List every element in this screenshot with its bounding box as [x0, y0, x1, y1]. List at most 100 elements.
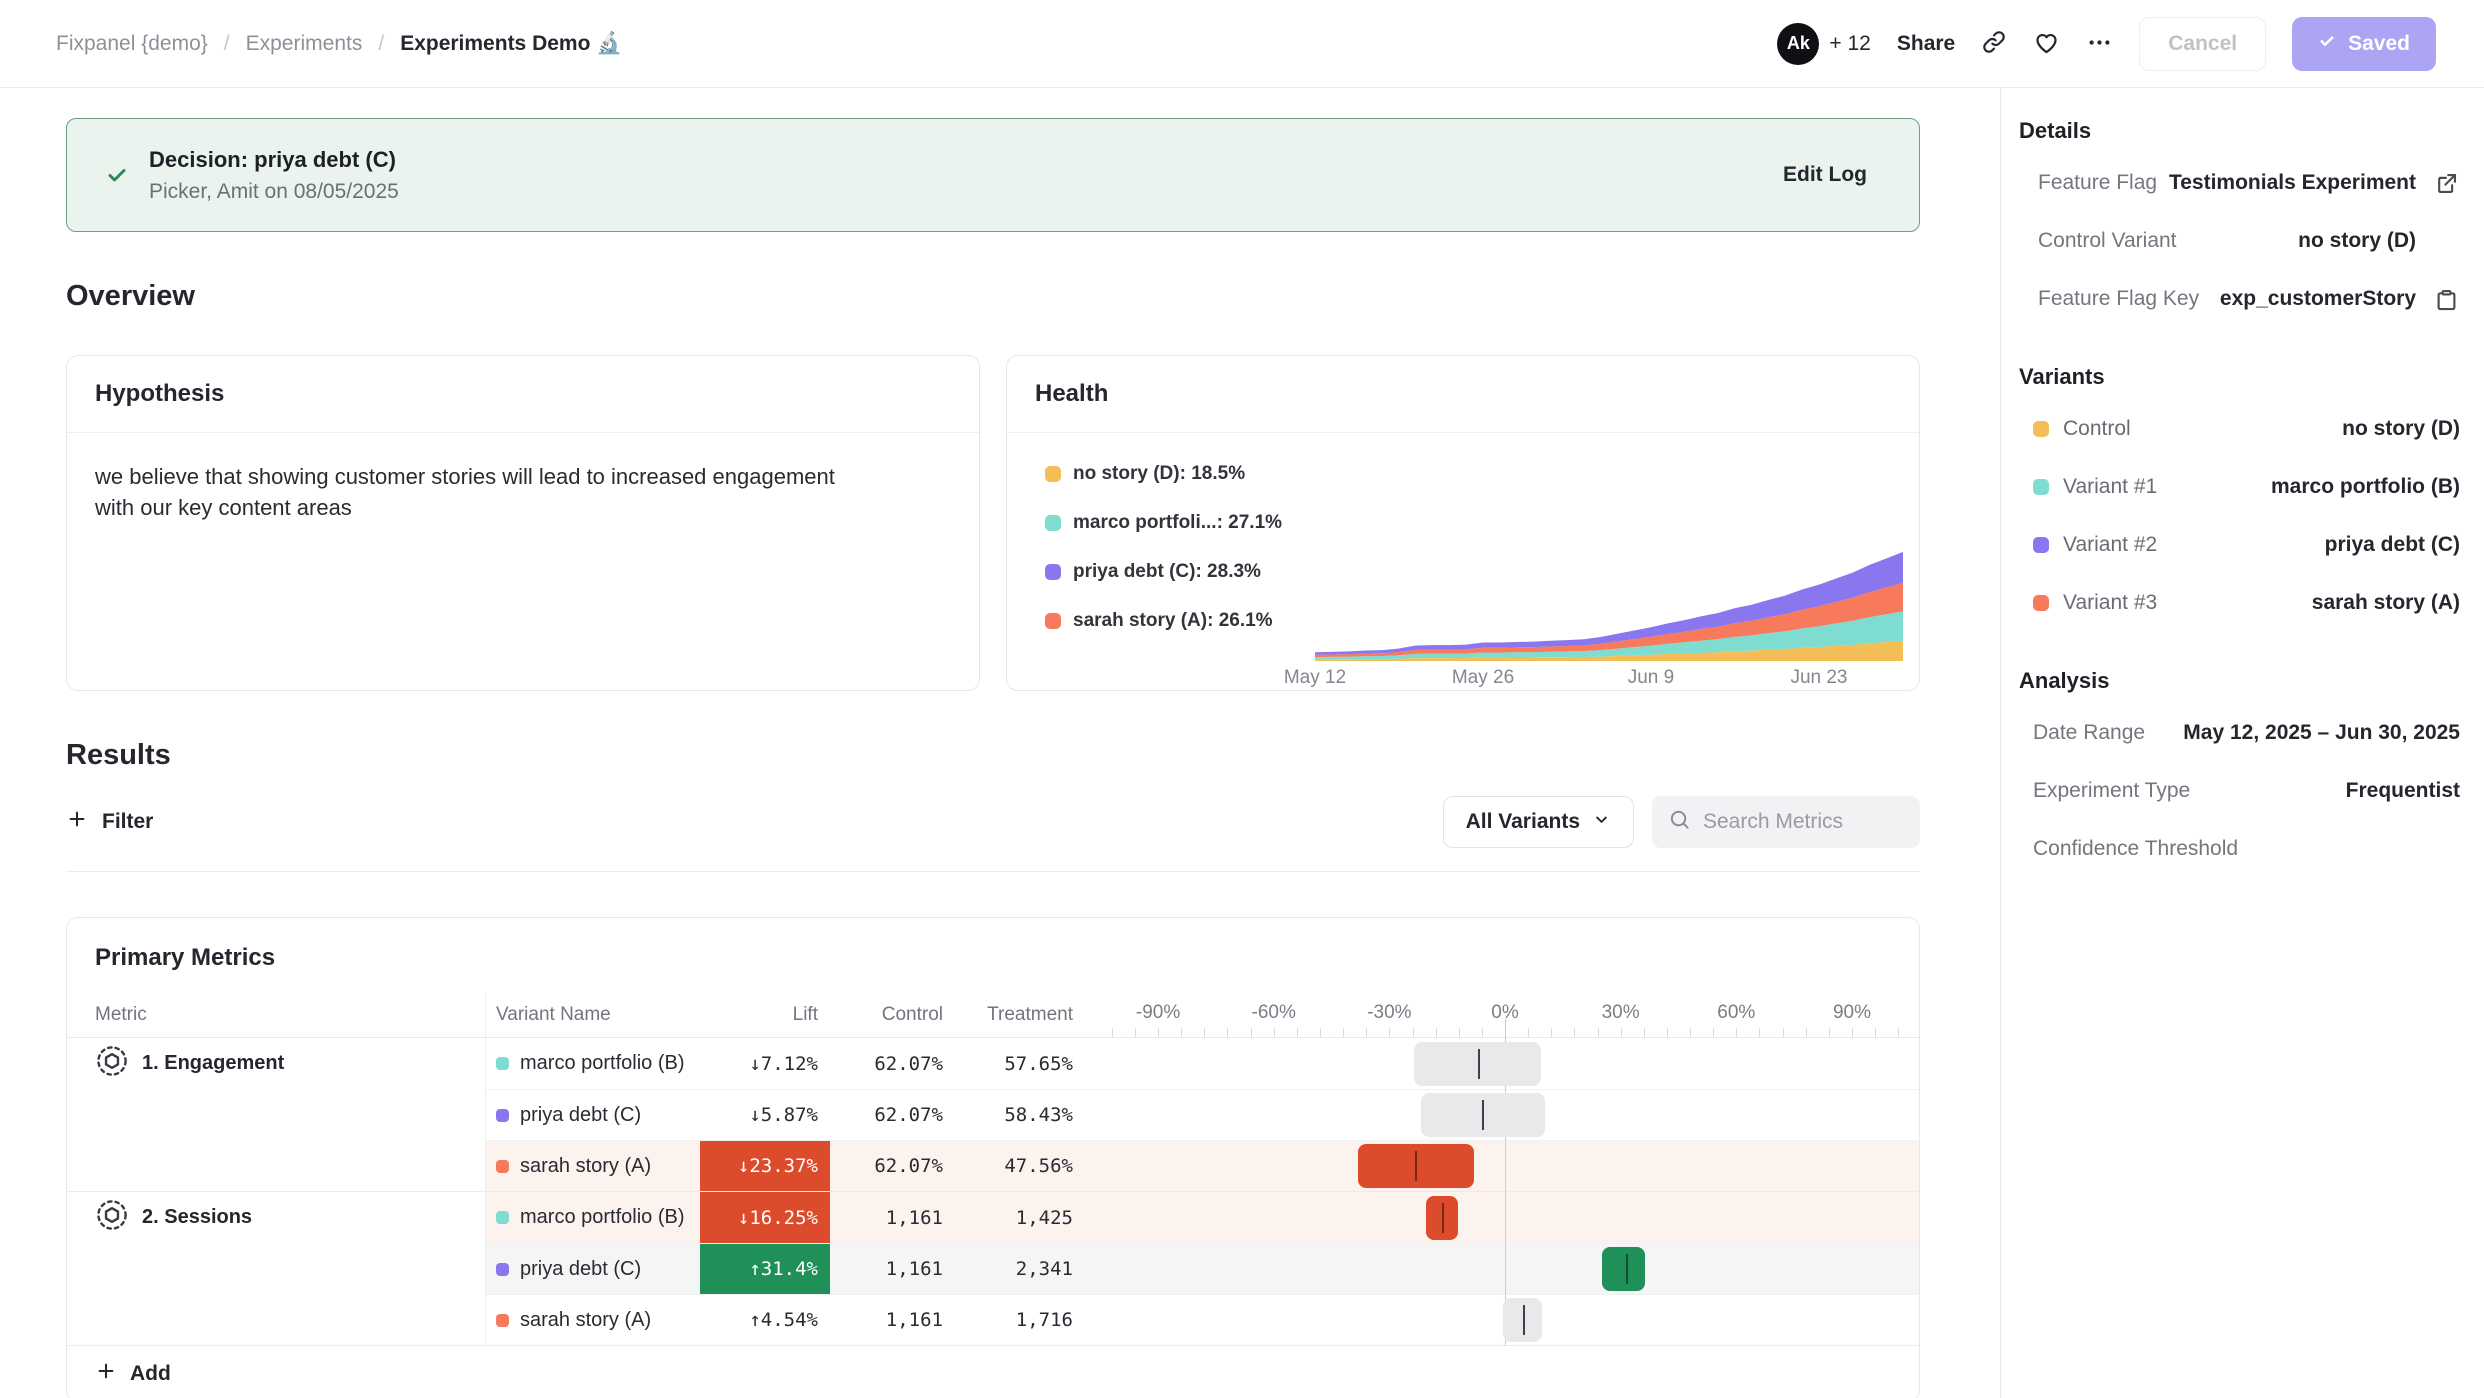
- saved-button[interactable]: Saved: [2292, 17, 2436, 71]
- breadcrumb-separator: /: [224, 32, 230, 56]
- search-metrics-input[interactable]: [1703, 810, 1904, 834]
- hypothesis-title: Hypothesis: [95, 380, 224, 407]
- decision-title: Decision: priya debt (C): [149, 147, 399, 173]
- treatment-value: 1,425: [955, 1192, 1085, 1243]
- axis-tick: [1274, 1028, 1275, 1037]
- copy-icon[interactable]: [2426, 286, 2460, 313]
- treatment-value: 1,716: [955, 1295, 1085, 1345]
- control-value: 1,161: [830, 1295, 955, 1345]
- health-legend-item: sarah story (A): 26.1%: [1045, 610, 1315, 632]
- axis-tick: [1227, 1028, 1228, 1037]
- treatment-value: 47.56%: [955, 1141, 1085, 1191]
- variant-swatch: [2033, 537, 2049, 553]
- breadcrumb-project[interactable]: Fixpanel {demo}: [56, 32, 208, 56]
- ci-cell: [1104, 1192, 1919, 1243]
- filter-label: Filter: [102, 810, 153, 834]
- zero-line: [1505, 1019, 1506, 1037]
- column-treatment: Treatment: [955, 1004, 1085, 1026]
- analysis-label: Experiment Type: [2033, 779, 2346, 803]
- favorite-button[interactable]: [2033, 29, 2060, 59]
- check-icon: [105, 163, 129, 187]
- more-options-button[interactable]: [2086, 29, 2113, 59]
- variants-dropdown[interactable]: All Variants: [1443, 796, 1634, 848]
- control-value: 62.07%: [830, 1038, 955, 1089]
- legend-swatch: [1045, 515, 1061, 531]
- variant-row[interactable]: sarah story (A)↓23.37%62.07%47.56%: [486, 1140, 1919, 1191]
- axis-tick: [1667, 1028, 1668, 1037]
- search-metrics-box: [1652, 796, 1920, 848]
- legend-swatch: [1045, 564, 1061, 580]
- health-legend: no story (D): 18.5%marco portfoli...: 27…: [1045, 463, 1315, 687]
- analysis-value: Frequentist: [2346, 779, 2460, 803]
- variant-label: Variant #2: [2063, 533, 2157, 557]
- collaborators-count[interactable]: + 12: [1829, 32, 1870, 56]
- decision-subtitle: Picker, Amit on 08/05/2025: [149, 180, 399, 204]
- axis-tick: [1204, 1028, 1205, 1037]
- variant-swatch: [496, 1263, 509, 1276]
- axis-tick: [1598, 1028, 1599, 1037]
- health-chart-xlabels: May 12May 26Jun 9Jun 23: [1315, 661, 1903, 687]
- axis-label: -90%: [1136, 1002, 1180, 1024]
- share-button[interactable]: Share: [1897, 32, 1955, 56]
- axis-tick: [1621, 1028, 1622, 1037]
- variant-row[interactable]: priya debt (C)↓5.87%62.07%58.43%: [486, 1089, 1919, 1140]
- lift-value: ↓23.37%: [700, 1141, 830, 1191]
- metric-group: 1. Engagementmarco portfolio (B)↓7.12%62…: [67, 1038, 1919, 1191]
- variant-label: Control: [2063, 417, 2131, 441]
- external-icon[interactable]: [2426, 170, 2460, 197]
- hypothesis-header: Hypothesis: [67, 356, 979, 433]
- variant-value: sarah story (A): [2312, 591, 2460, 615]
- analysis-row: Experiment TypeFrequentist: [2033, 762, 2460, 820]
- axis-tick: [1875, 1028, 1876, 1037]
- detail-label: Feature Flag Key: [2038, 287, 2220, 311]
- overview-heading: Overview: [66, 280, 1920, 313]
- avatar[interactable]: Ak: [1777, 23, 1819, 65]
- copy-link-icon[interactable]: [1981, 29, 2007, 58]
- variant-name: sarah story (A): [520, 1155, 651, 1178]
- experiment-page: Fixpanel {demo} / Experiments / Experime…: [0, 0, 2484, 1398]
- metrics-header-row: Metric Variant Name Lift Control Treatme…: [67, 992, 1919, 1038]
- variant-row[interactable]: marco portfolio (B)↓7.12%62.07%57.65%: [486, 1038, 1919, 1089]
- details-rows: Feature FlagTestimonials ExperimentContr…: [2019, 154, 2460, 328]
- detail-value: exp_customerStory: [2220, 287, 2416, 311]
- health-legend-item: marco portfoli...: 27.1%: [1045, 512, 1315, 534]
- link-icon: [1981, 29, 2007, 58]
- ci-cell: [1104, 1295, 1919, 1345]
- axis-tick: [1736, 1028, 1737, 1037]
- axis-label: 90%: [1833, 1002, 1871, 1024]
- variant-row[interactable]: priya debt (C)↑31.4%1,1612,341: [486, 1243, 1919, 1294]
- metrics-body: 1. Engagementmarco portfolio (B)↓7.12%62…: [67, 1038, 1919, 1345]
- add-metric-button[interactable]: Add: [67, 1345, 1919, 1398]
- lift-value: ↓16.25%: [700, 1192, 830, 1243]
- breadcrumb-current: Experiments Demo 🔬: [400, 32, 622, 56]
- ci-cell: [1104, 1141, 1919, 1191]
- axis-tick: [1181, 1028, 1182, 1037]
- edit-log-button[interactable]: Edit Log: [1783, 163, 1867, 187]
- ci-mean-tick: [1626, 1254, 1628, 1284]
- metric-cell: 2. Sessions: [67, 1192, 486, 1345]
- axis-label: 30%: [1602, 1002, 1640, 1024]
- metric-cell: 1. Engagement: [67, 1038, 486, 1191]
- axis-tick: [1528, 1028, 1529, 1037]
- cancel-button[interactable]: Cancel: [2139, 17, 2266, 71]
- ci-mean-tick: [1523, 1305, 1525, 1335]
- metric-group: 2. Sessionsmarco portfolio (B)↓16.25%1,1…: [67, 1191, 1919, 1345]
- breadcrumb-experiments[interactable]: Experiments: [246, 32, 363, 56]
- variants-heading: Variants: [2019, 364, 2460, 390]
- axis-tick: [1297, 1028, 1298, 1037]
- variant-value: marco portfolio (B): [2271, 475, 2460, 499]
- variant-row[interactable]: sarah story (A)↑4.54%1,1611,716: [486, 1294, 1919, 1345]
- axis-tick: [1759, 1028, 1760, 1037]
- add-filter-button[interactable]: Filter: [66, 808, 153, 836]
- variant-row[interactable]: marco portfolio (B)↓16.25%1,1611,425: [486, 1192, 1919, 1243]
- column-metric: Metric: [67, 992, 486, 1037]
- breadcrumb-separator: /: [378, 32, 384, 56]
- legend-label: sarah story (A): 26.1%: [1073, 610, 1273, 632]
- variant-value: no story (D): [2342, 417, 2460, 441]
- axis-tick: [1366, 1028, 1367, 1037]
- variants-dropdown-label: All Variants: [1466, 810, 1580, 834]
- detail-value: no story (D): [2298, 229, 2416, 253]
- axis-tick: [1436, 1028, 1437, 1037]
- column-control: Control: [830, 1004, 955, 1026]
- lift-value: ↓7.12%: [700, 1038, 830, 1089]
